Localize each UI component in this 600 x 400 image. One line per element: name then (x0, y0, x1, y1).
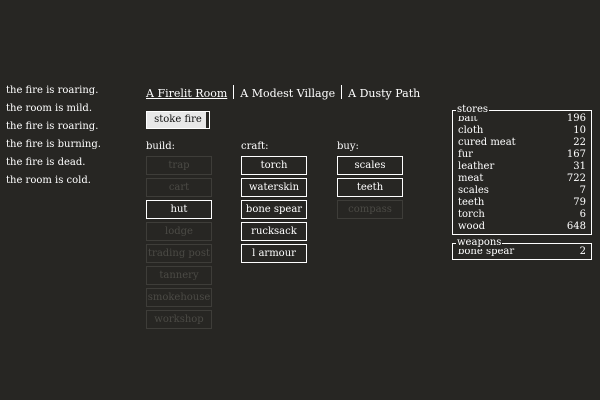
tab-dusty-path[interactable]: A Dusty Path (348, 86, 420, 102)
buy-column: buy: scales teeth compass (337, 141, 403, 222)
store-row: torch 6 (458, 209, 586, 221)
craft-bone-spear-button[interactable]: bone spear (241, 200, 307, 219)
store-name: cloth (458, 125, 484, 136)
craft-waterskin-button[interactable]: waterskin (241, 178, 307, 197)
build-column: build: trap cart hut lodge trading post … (146, 141, 212, 332)
store-value: 7 (579, 185, 586, 196)
craft-title: craft: (241, 141, 269, 152)
tab-modest-village[interactable]: A Modest Village (240, 86, 335, 102)
store-name: meat (458, 173, 484, 184)
store-value: 6 (579, 209, 586, 220)
store-row: wood 648 (458, 221, 586, 233)
store-value: 31 (573, 161, 586, 172)
craft-torch-button[interactable]: torch (241, 156, 307, 175)
store-row: leather 31 (458, 161, 586, 173)
store-row: teeth 79 (458, 197, 586, 209)
weapons-legend: weapons (456, 237, 503, 249)
store-value: 722 (566, 173, 586, 184)
stoke-fire-button[interactable]: stoke fire (146, 111, 210, 129)
build-lodge-button[interactable]: lodge (146, 222, 212, 241)
build-title: build: (146, 141, 176, 152)
weapons-panel: weapons bone spear 2 (452, 237, 592, 260)
buy-scales-button[interactable]: scales (337, 156, 403, 175)
stores-legend: stores (456, 104, 490, 116)
build-workshop-button[interactable]: workshop (146, 310, 212, 329)
store-name: leather (458, 161, 495, 172)
build-trap-button[interactable]: trap (146, 156, 212, 175)
log-entry: the fire is burning. (6, 139, 101, 150)
log-entry: the fire is roaring. (6, 121, 99, 132)
buy-compass-button[interactable]: compass (337, 200, 403, 219)
tab-divider (233, 85, 235, 99)
weapon-value: 2 (579, 246, 586, 257)
tab-firelit-room[interactable]: A Firelit Room (146, 86, 227, 102)
store-value: 79 (573, 197, 586, 208)
log-entry: the room is cold. (6, 175, 91, 186)
event-log: the fire is roaring. the room is mild. t… (6, 82, 126, 190)
craft-rucksack-button[interactable]: rucksack (241, 222, 307, 241)
store-value: 648 (566, 221, 586, 232)
store-name: scales (458, 185, 489, 196)
tab-divider (341, 85, 343, 99)
craft-column: craft: torch waterskin bone spear rucksa… (241, 141, 307, 266)
craft-l-armour-button[interactable]: l armour (241, 244, 307, 263)
store-name: cured meat (458, 137, 516, 148)
game-screen: the fire is roaring. the room is mild. t… (0, 0, 600, 400)
cooldown-indicator (206, 112, 209, 128)
build-cart-button[interactable]: cart (146, 178, 212, 197)
build-smokehouse-button[interactable]: smokehouse (146, 288, 212, 307)
buy-title: buy: (337, 141, 359, 152)
store-row: meat 722 (458, 173, 586, 185)
store-name: fur (458, 149, 473, 160)
log-entry: the fire is roaring. (6, 85, 99, 96)
build-hut-button[interactable]: hut (146, 200, 212, 219)
stores-panel: stores bait 196 cloth 10 cured meat 22 fur 1… (452, 104, 592, 235)
log-entry: the room is mild. (6, 103, 93, 114)
store-row: scales 7 (458, 185, 586, 197)
buy-teeth-button[interactable]: teeth (337, 178, 403, 197)
store-row: cloth 10 (458, 125, 586, 137)
log-entry: the fire is dead. (6, 157, 86, 168)
store-value: 167 (566, 149, 586, 160)
store-row: cured meat 22 (458, 137, 586, 149)
store-value: 196 (566, 113, 586, 124)
store-name: torch (458, 209, 485, 220)
build-trading-post-button[interactable]: trading post (146, 244, 212, 263)
location-tabs: A Firelit Room A Modest Village A Dusty Pa… (146, 85, 420, 101)
store-row: fur 167 (458, 149, 586, 161)
store-name: teeth (458, 197, 485, 208)
build-tannery-button[interactable]: tannery (146, 266, 212, 285)
stoke-fire-label: stoke fire (154, 114, 202, 125)
store-value: 10 (573, 125, 586, 136)
store-value: 22 (573, 137, 586, 148)
store-name: wood (458, 221, 486, 232)
